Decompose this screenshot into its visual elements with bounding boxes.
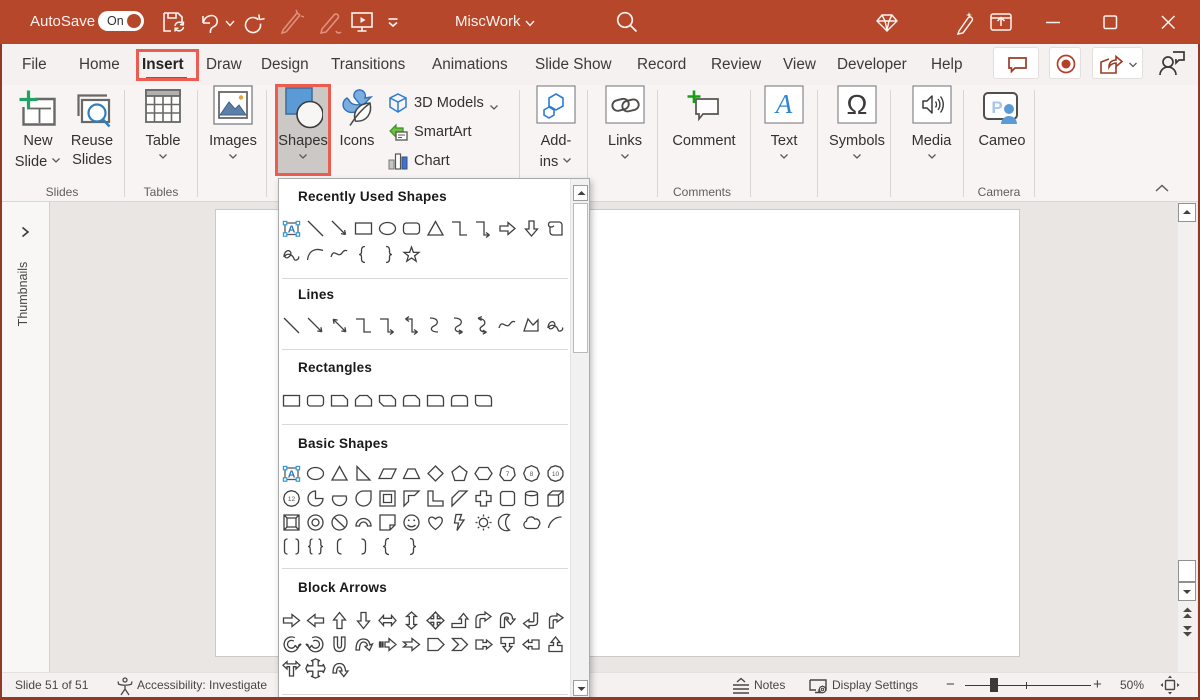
svg-text:A: A [287,469,295,481]
svg-text:A: A [774,89,793,119]
svg-text:12: 12 [287,496,295,503]
svg-text:A: A [287,224,295,236]
svg-text:10: 10 [551,471,559,478]
svg-text:7: 7 [505,471,509,478]
svg-text:8: 8 [529,471,533,478]
svg-text:Ω: Ω [847,89,868,120]
svg-text:P: P [991,98,1002,117]
